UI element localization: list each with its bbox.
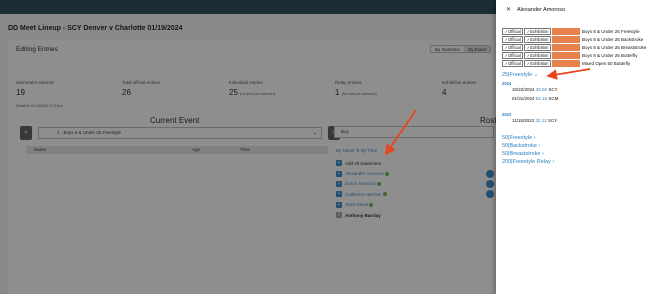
best-time-row: 11/15/2022 32.12 SCY xyxy=(512,118,558,123)
modal-backdrop[interactable] xyxy=(0,0,500,294)
official-checkbox[interactable]: ✓Official xyxy=(502,27,524,35)
redacted-block xyxy=(551,35,580,43)
chevron-right-icon: › xyxy=(541,151,544,157)
best-time-row: 01/31/2024 52.15 SCM xyxy=(512,96,559,101)
exhibition-checkbox[interactable]: ✓Exhibition xyxy=(524,52,551,60)
expanded-event-toggle[interactable]: 25|Freestyle ⌄ xyxy=(502,72,538,78)
redacted-block xyxy=(551,52,580,60)
year-heading: 2022 xyxy=(502,112,512,117)
drawer-swimmer-name: Alexander Amoroso xyxy=(517,6,566,13)
official-checkbox[interactable]: ✓Official xyxy=(502,52,524,60)
chevron-right-icon: › xyxy=(538,143,541,149)
official-checkbox[interactable]: ✓Official xyxy=(502,60,524,68)
redacted-block xyxy=(551,27,580,35)
drawer-header: ✕ Alexander Amoroso xyxy=(506,6,566,14)
entry-row: ✓Official ✓Exhibition Mixed Open 50 Butt… xyxy=(502,60,646,68)
year-heading: 2024 xyxy=(502,81,512,86)
swimmer-drawer: ✕ Alexander Amoroso ✓Official ✓Exhibitio… xyxy=(496,0,670,294)
official-checkbox[interactable]: ✓Official xyxy=(502,43,524,51)
exhibition-checkbox[interactable]: ✓Exhibition xyxy=(524,60,551,68)
entry-row: ✓Official ✓Exhibition Boys 8 & Under 25 … xyxy=(502,52,646,60)
entry-event-name: Mixed Open 50 Butterfly xyxy=(581,61,631,67)
chevron-right-icon: › xyxy=(552,159,555,165)
chevron-right-icon: › xyxy=(533,135,536,141)
close-icon[interactable]: ✕ xyxy=(506,6,511,13)
exhibition-checkbox[interactable]: ✓Exhibition xyxy=(524,27,551,35)
entry-event-name: Boys 8 & Under 25 Freestyle xyxy=(581,28,640,34)
entry-event-name: Boys 8 & Under 25 Breaststroke xyxy=(581,44,647,50)
event-toggle[interactable]: 50|Backstroke › xyxy=(502,143,540,149)
entry-row: ✓Official ✓Exhibition Boys 8 & Under 25 … xyxy=(502,35,646,43)
exhibition-checkbox[interactable]: ✓Exhibition xyxy=(524,43,551,51)
best-time-row: 10/22/2024 29.02 SCY xyxy=(512,87,558,92)
entry-event-name: Boys 8 & Under 25 Butterfly xyxy=(581,53,638,59)
entry-row: ✓Official ✓Exhibition Boys 8 & Under 25 … xyxy=(502,27,646,35)
exhibition-checkbox[interactable]: ✓Exhibition xyxy=(524,35,551,43)
redacted-block xyxy=(551,60,580,68)
entry-event-name: Boys 8 & Under 25 Backstroke xyxy=(581,36,644,42)
entry-list: ✓Official ✓Exhibition Boys 8 & Under 25 … xyxy=(502,27,646,68)
chevron-down-icon: ⌄ xyxy=(533,72,539,78)
official-checkbox[interactable]: ✓Official xyxy=(502,35,524,43)
event-toggle[interactable]: 200|Freestyle Relay › xyxy=(502,159,554,165)
event-toggle[interactable]: 50|Breaststroke › xyxy=(502,151,544,157)
redacted-block xyxy=(551,43,580,51)
event-toggle[interactable]: 50|Freestyle › xyxy=(502,135,536,141)
entry-row: ✓Official ✓Exhibition Boys 8 & Under 25 … xyxy=(502,43,646,51)
